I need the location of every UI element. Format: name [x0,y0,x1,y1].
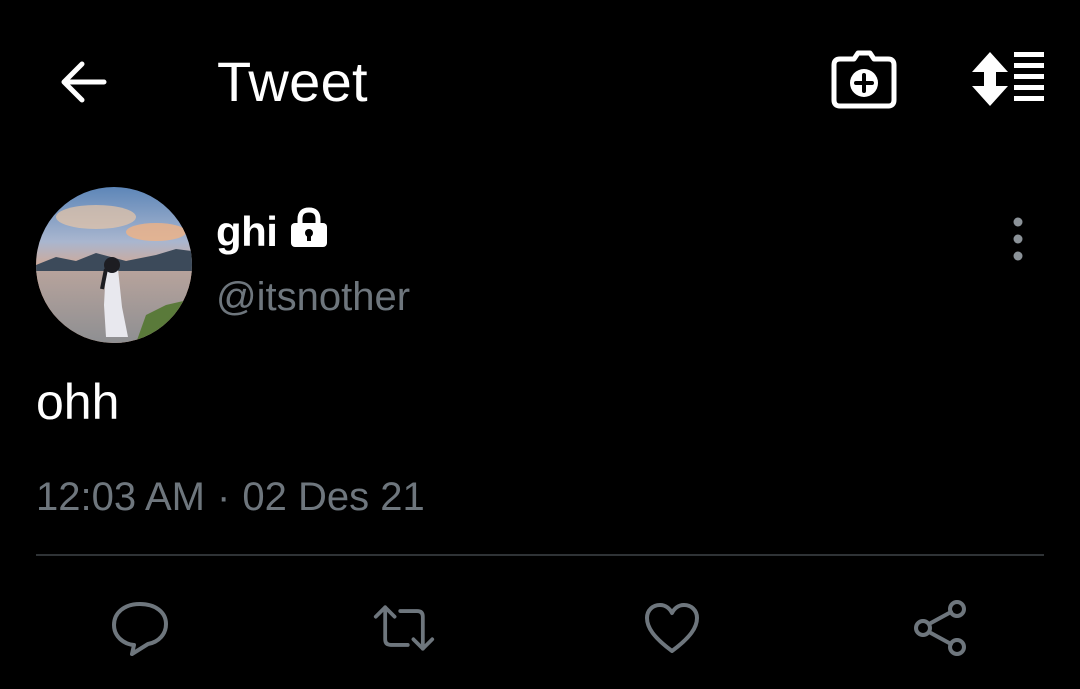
sort-list-icon [972,52,1044,106]
divider [36,554,1044,556]
author-handle[interactable]: @itsnother [216,273,410,321]
arrow-left-icon [61,61,107,103]
page-title: Tweet [217,50,368,113]
camera-plus-icon [831,50,897,109]
sort-button[interactable] [966,48,1048,110]
display-name: ghi [216,208,278,255]
lock-icon [291,207,328,247]
reply-button[interactable] [108,596,172,660]
tweet-date: 02 Des 21 [242,475,425,519]
timestamp-separator: · [217,475,231,519]
tweet-timestamp[interactable]: 12:03 AM · 02 Des 21 [36,473,425,521]
tweet-time: 12:03 AM [36,475,206,519]
reply-icon [112,602,168,656]
camera-button[interactable] [830,48,898,114]
retweet-icon [373,605,435,651]
tweet-text: ohh [36,374,120,430]
like-button[interactable] [640,596,704,660]
share-button[interactable] [908,596,972,660]
back-button[interactable] [52,50,116,114]
avatar-photo [36,187,192,343]
author-name-row[interactable]: ghi [216,206,331,258]
share-icon [914,600,966,656]
more-options-button[interactable] [996,214,1040,264]
more-vertical-icon [1013,217,1023,261]
avatar[interactable] [36,187,192,343]
heart-icon [645,603,699,653]
retweet-button[interactable] [372,596,436,660]
